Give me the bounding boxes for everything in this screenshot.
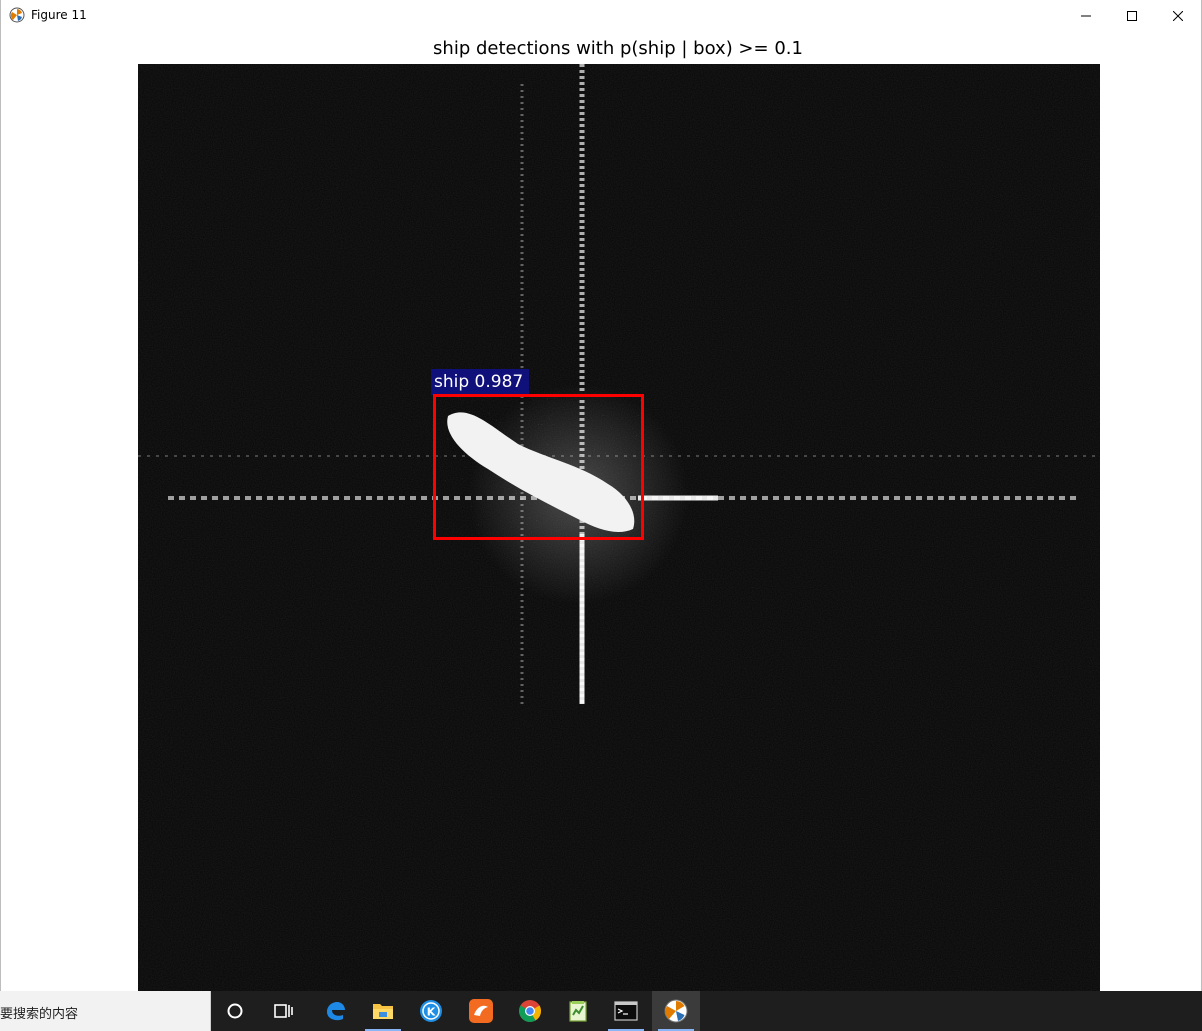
matplotlib-icon: [9, 7, 25, 23]
chrome-browser-icon: [519, 1000, 541, 1022]
close-icon: [1173, 10, 1183, 21]
window-title: Figure 11: [31, 8, 87, 22]
task-view-icon: [274, 1004, 293, 1018]
figure-title: ship detections with p(ship | box) >= 0.…: [433, 38, 803, 59]
task-view-button[interactable]: [259, 991, 307, 1031]
svg-text:K: K: [427, 1006, 436, 1019]
k-app-button[interactable]: K: [407, 991, 455, 1031]
orange-app-icon: [469, 999, 493, 1023]
detection-label: ship 0.987: [431, 369, 530, 395]
figure-window-icon: [664, 999, 688, 1023]
minimize-button[interactable]: [1063, 0, 1109, 31]
minimize-icon: [1081, 15, 1091, 16]
notepad-plus-button[interactable]: [554, 991, 602, 1031]
notepad-plus-icon: [569, 1001, 587, 1022]
edge-browser-button[interactable]: [311, 991, 359, 1031]
terminal-icon: [614, 1001, 638, 1021]
edge-browser-icon: [327, 1002, 345, 1021]
close-button[interactable]: [1155, 0, 1201, 31]
taskbar: 要搜索的内容 K: [0, 991, 1202, 1031]
search-placeholder: 要搜索的内容: [0, 1007, 79, 1022]
taskbar-search[interactable]: 要搜索的内容: [0, 991, 211, 1031]
detection-box: [433, 394, 644, 540]
cortana-icon: [227, 1003, 243, 1019]
figure-window-button[interactable]: [652, 991, 700, 1031]
terminal-button[interactable]: [602, 991, 650, 1031]
k-app-icon: K: [420, 1000, 442, 1022]
title-bar[interactable]: Figure 11: [1, 0, 1201, 31]
orange-app-button[interactable]: [457, 991, 505, 1031]
file-explorer-icon: [373, 1004, 393, 1019]
maximize-icon: [1127, 10, 1137, 21]
chrome-browser-button[interactable]: [506, 991, 554, 1031]
maximize-button[interactable]: [1109, 0, 1155, 31]
file-explorer-button[interactable]: [359, 991, 407, 1031]
figure-window: Figure 11 ship detections with p(ship | …: [0, 0, 1202, 991]
cortana-button[interactable]: [211, 991, 259, 1031]
detection-image: ship 0.987: [138, 64, 1100, 991]
